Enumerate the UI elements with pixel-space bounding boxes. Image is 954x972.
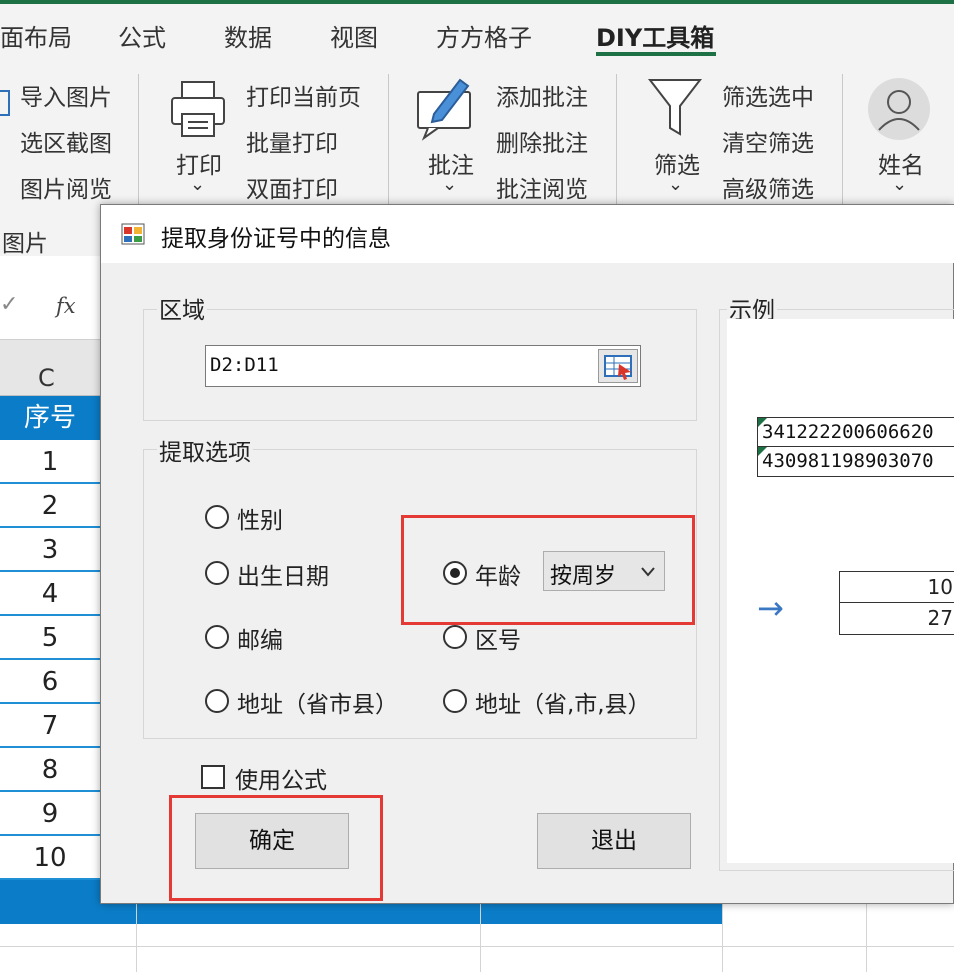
radio-address-separated-label: 地址（省,市,县）	[475, 692, 651, 718]
extract-id-info-dialog: 提取身份证号中的信息 区域 D2:D11 提取选项 性别 出生日期 年龄 按周岁…	[100, 204, 954, 904]
tab-page-layout[interactable]: 面布局	[0, 18, 72, 53]
clear-filter-button[interactable]: 清空筛选	[722, 124, 814, 158]
tab-fangfang[interactable]: 方方格子	[436, 18, 532, 53]
example-id-cell: 341222200606620	[757, 417, 954, 447]
radio-gender[interactable]	[205, 505, 229, 529]
serial-cell[interactable]: 6	[0, 660, 100, 704]
radio-address-separated[interactable]	[443, 689, 467, 713]
batch-print-button[interactable]: 批量打印	[246, 124, 338, 158]
radio-postcode[interactable]	[205, 625, 229, 649]
use-formula-checkbox[interactable]	[201, 765, 225, 789]
column-header-row: C	[0, 340, 110, 396]
tab-formulas[interactable]: 公式	[118, 18, 166, 53]
printer-icon	[171, 81, 225, 137]
example-id-value: 430981198903070	[762, 450, 934, 472]
image-group-label: 图片	[2, 231, 48, 257]
delete-comment-button[interactable]: 删除批注	[496, 124, 588, 158]
tab-view[interactable]: 视图	[330, 18, 378, 53]
ribbon-separator	[842, 74, 843, 204]
radio-postcode-label: 邮编	[237, 628, 283, 654]
print-dropdown-icon[interactable]: ⌄	[190, 174, 205, 195]
comment-dropdown-icon[interactable]: ⌄	[442, 174, 457, 195]
function-icon[interactable]: fx	[56, 294, 76, 318]
example-result-cell: 10	[839, 571, 954, 603]
range-input-value: D2:D11	[210, 354, 279, 376]
radio-gender-label: 性别	[237, 508, 283, 534]
formula-bar: ✓ fx	[0, 282, 110, 340]
header-cell-serial[interactable]: 序号	[0, 396, 100, 440]
dialog-title: 提取身份证号中的信息	[161, 226, 391, 252]
range-select-button[interactable]	[598, 349, 638, 383]
serial-cell[interactable]: 5	[0, 616, 100, 660]
serial-cell[interactable]: 8	[0, 748, 100, 792]
duplex-print-button[interactable]: 双面打印	[246, 170, 338, 204]
serial-cell[interactable]: 7	[0, 704, 100, 748]
example-id-value: 341222200606620	[762, 421, 934, 443]
radio-address-compact[interactable]	[205, 689, 229, 713]
serial-cell[interactable]: 4	[0, 572, 100, 616]
advanced-filter-button[interactable]: 高级筛选	[722, 170, 814, 204]
radio-birthdate[interactable]	[205, 561, 229, 585]
image-group-icon	[0, 90, 10, 116]
ribbon-tab-bar: 面布局 公式 数据 视图 方方格子 DIY工具箱	[0, 4, 954, 66]
use-formula-label: 使用公式	[235, 768, 327, 794]
dialog-titlebar: 提取身份证号中的信息	[101, 205, 954, 263]
tab-diy-toolbox[interactable]: DIY工具箱	[596, 18, 714, 53]
serial-cell[interactable]: 10	[0, 836, 100, 880]
name-dropdown-icon[interactable]: ⌄	[892, 174, 907, 195]
example-arrow-icon: →	[757, 589, 784, 627]
extract-options-label: 提取选项	[157, 433, 253, 467]
ribbon-separator	[616, 74, 617, 204]
app-window-icon	[121, 223, 145, 245]
example-id-cell: 430981198903070	[757, 447, 954, 477]
filter-selected-button[interactable]: 筛选选中	[722, 78, 814, 112]
person-avatar-icon	[868, 78, 930, 140]
ribbon-separator	[138, 74, 139, 204]
filter-funnel-icon	[647, 79, 703, 136]
ok-highlight-box	[169, 795, 383, 901]
add-comment-button[interactable]: 添加批注	[496, 78, 588, 112]
ribbon-separator	[388, 74, 389, 204]
range-input[interactable]: D2:D11	[205, 345, 641, 387]
serial-cell[interactable]: 3	[0, 528, 100, 572]
grid-line	[136, 904, 137, 972]
serial-cell[interactable]: 2	[0, 484, 100, 528]
view-comments-button[interactable]: 批注阅览	[496, 170, 588, 204]
tab-data[interactable]: 数据	[224, 18, 272, 53]
age-highlight-box	[401, 515, 695, 625]
serial-cell[interactable]: 9	[0, 792, 100, 836]
image-viewer-button[interactable]: 图片阅览	[20, 170, 112, 204]
formula-check-icon: ✓	[0, 292, 19, 317]
example-preview: 341222200606620 430981198903070 → 10 27	[727, 319, 954, 863]
active-tab-indicator	[596, 52, 716, 56]
comment-pen-icon	[417, 78, 471, 141]
radio-birthdate-label: 出生日期	[237, 564, 329, 590]
serial-cell[interactable]: 1	[0, 440, 100, 484]
grid-line	[0, 946, 954, 947]
range-screenshot-button[interactable]: 选区截图	[20, 124, 112, 158]
filter-dropdown-icon[interactable]: ⌄	[668, 174, 683, 195]
radio-areacode-label: 区号	[475, 628, 521, 654]
radio-areacode[interactable]	[443, 625, 467, 649]
range-group-label: 区域	[157, 291, 207, 325]
example-result-cell: 27	[839, 603, 954, 635]
grid-line	[480, 904, 481, 972]
import-image-button[interactable]: 导入图片	[20, 78, 112, 112]
exit-button[interactable]: 退出	[537, 813, 691, 869]
radio-address-compact-label: 地址（省市县）	[237, 692, 398, 718]
print-current-page-button[interactable]: 打印当前页	[246, 78, 361, 112]
range-picker-icon	[604, 355, 632, 380]
column-header-c[interactable]: C	[38, 364, 55, 392]
